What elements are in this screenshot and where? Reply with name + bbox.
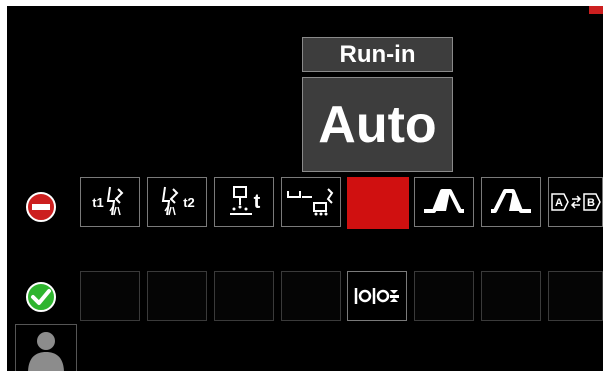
enabled-slot-2[interactable] xyxy=(147,271,207,321)
start-procedure-icon xyxy=(424,189,464,213)
parameter-title: Run-in xyxy=(302,37,453,72)
torch-icon xyxy=(162,186,179,216)
enabled-slot-1[interactable] xyxy=(80,271,140,321)
enabled-slot-6[interactable] xyxy=(481,271,541,321)
tile-end-procedure[interactable] xyxy=(481,177,541,227)
enabled-slot-5[interactable] xyxy=(414,271,474,321)
enabled-slot-7[interactable] xyxy=(548,271,603,321)
screen: Run-in Auto t1 t2 t A B xyxy=(7,6,603,371)
tile-spot-timer[interactable]: t xyxy=(214,177,274,227)
run-in-icon xyxy=(354,288,399,304)
user-button[interactable] xyxy=(15,324,77,371)
tile-crater-timer[interactable] xyxy=(281,177,341,227)
disable-icon[interactable] xyxy=(25,191,57,223)
end-procedure-icon xyxy=(491,189,531,213)
preflow-label: t1 xyxy=(92,194,104,210)
postflow-label: t2 xyxy=(183,194,195,210)
svg-text:A: A xyxy=(555,197,563,209)
spot-weld-icon xyxy=(229,186,252,215)
tile-postflow[interactable]: t2 xyxy=(147,177,207,227)
tile-dual-procedure[interactable]: A B xyxy=(548,177,603,227)
user-icon xyxy=(28,332,64,371)
tile-preflow[interactable]: t1 xyxy=(80,177,140,227)
svg-text:B: B xyxy=(587,197,595,209)
torch-icon xyxy=(106,186,124,216)
accent-corner xyxy=(589,6,603,14)
dual-procedure-ab-icon: A B xyxy=(550,193,601,211)
spot-timer-label: t xyxy=(253,190,261,213)
enabled-slot-4[interactable] xyxy=(281,271,341,321)
tile-selected[interactable] xyxy=(347,177,409,229)
tile-run-in[interactable] xyxy=(347,271,407,321)
enabled-slot-3[interactable] xyxy=(214,271,274,321)
parameter-value[interactable]: Auto xyxy=(302,77,453,172)
tile-start-procedure[interactable] xyxy=(414,177,474,227)
enable-icon[interactable] xyxy=(25,281,57,313)
crater-timer-icon xyxy=(287,188,334,216)
